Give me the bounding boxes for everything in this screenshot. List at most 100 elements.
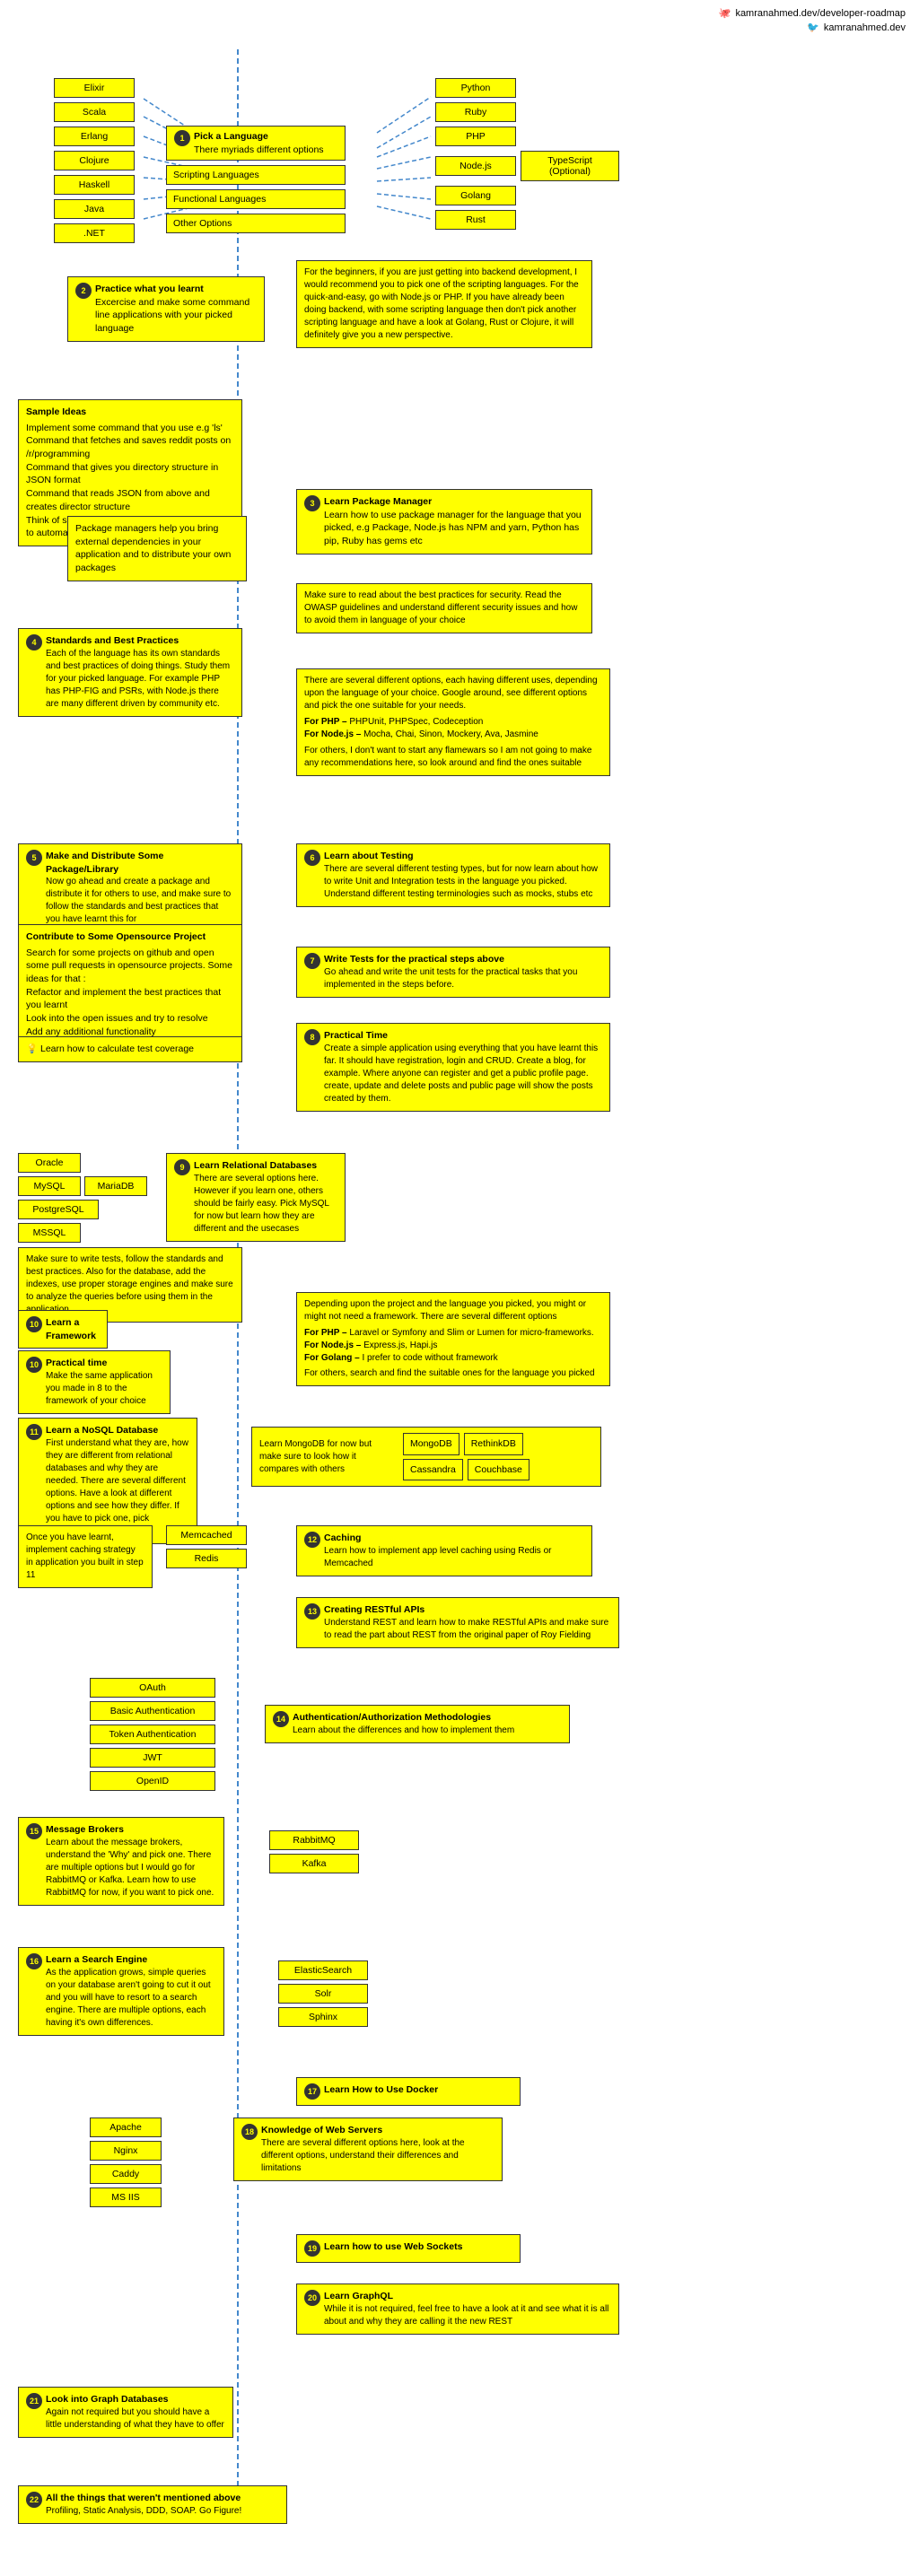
step19-circle: 19 <box>304 2240 320 2257</box>
step21-box: 21 Look into Graph Databases Again not r… <box>18 2387 233 2438</box>
step5-circle: 5 <box>26 850 42 866</box>
db-oracle: Oracle <box>18 1153 81 1173</box>
opensource-box: Contribute to Some Opensource Project Se… <box>18 924 242 1045</box>
lang-nodejs: Node.js <box>435 156 516 176</box>
step18-circle: 18 <box>241 2124 258 2140</box>
db-mysql: MySQL <box>18 1176 81 1196</box>
step12-box: 12 Caching Learn how to implement app le… <box>296 1525 592 1576</box>
nodejs-row: Node.js TypeScript (Optional) <box>435 151 619 181</box>
step1-pick-language: 1 Pick a Language There myriads differen… <box>166 126 346 161</box>
twitter-link[interactable]: 🐦 kamranahmed.dev <box>719 22 906 33</box>
step19-box: 19 Learn how to use Web Sockets <box>296 2234 521 2263</box>
lang-clojure: Clojure <box>54 151 135 170</box>
framework-options: Depending upon the project and the langu… <box>296 1292 610 1386</box>
se-elasticsearch: ElasticSearch <box>278 1960 368 1980</box>
tool-kafka: Kafka <box>269 1854 359 1873</box>
db-rethinkdb: RethinkDB <box>464 1433 523 1455</box>
test-coverage-note: 💡 Learn how to calculate test coverage <box>18 1036 242 1062</box>
server-nginx: Nginx <box>90 2141 162 2161</box>
step8-box: 8 Practical Time Create a simple applica… <box>296 1023 610 1112</box>
sample-item-1: Implement some command that you use e.g … <box>26 422 234 435</box>
step6-box: 6 Learn about Testing There are several … <box>296 843 610 907</box>
lang-erlang: Erlang <box>54 127 135 146</box>
github-link[interactable]: 🐙 kamranahmed.dev/developer-roadmap <box>719 7 906 19</box>
db-mariadb: MariaDB <box>84 1176 147 1196</box>
lang-elixir: Elixir <box>54 78 135 98</box>
testing-frameworks-box: There are several different options, eac… <box>296 668 610 776</box>
db-postgresql: PostgreSQL <box>18 1200 99 1219</box>
step9-box: 9 Learn Relational Databases There are s… <box>166 1153 346 1242</box>
step4-circle: 4 <box>26 634 42 651</box>
step3-box: 3 Learn Package Manager Learn how to use… <box>296 489 592 554</box>
caching-tools: Memcached Redis <box>166 1525 247 1568</box>
step9-circle: 9 <box>174 1159 190 1175</box>
step2-box: 2 Practice what you learnt Excercise and… <box>67 276 265 342</box>
lang-golang: Golang <box>435 186 516 205</box>
db-mongodb: MongoDB <box>403 1433 460 1455</box>
server-msiis: MS IIS <box>90 2187 162 2207</box>
lang-python: Python <box>435 78 516 98</box>
db-cassandra: Cassandra <box>403 1459 463 1481</box>
other-options: Other Options <box>166 214 346 233</box>
step14-box: 14 Authentication/Authorization Methodol… <box>265 1705 570 1743</box>
auth-openid: OpenID <box>90 1771 215 1791</box>
step20-circle: 20 <box>304 2290 320 2306</box>
step17-circle: 17 <box>304 2083 320 2100</box>
auth-oauth: OAuth <box>90 1678 215 1698</box>
step22-box: 22 All the things that weren't mentioned… <box>18 2485 287 2524</box>
left-languages: Elixir Scala Erlang Clojure Haskell Java… <box>54 78 135 243</box>
tool-rabbitmq: RabbitMQ <box>269 1830 359 1850</box>
step21-circle: 21 <box>26 2393 42 2409</box>
sample-item-4: Command that reads JSON from above and c… <box>26 487 234 513</box>
step17-box: 17 Learn How to Use Docker <box>296 2077 521 2106</box>
db-couchbase: Couchbase <box>468 1459 530 1481</box>
twitter-icon: 🐦 <box>807 22 819 33</box>
tool-redis: Redis <box>166 1549 247 1568</box>
step18-box: 18 Knowledge of Web Servers There are se… <box>233 2118 503 2181</box>
step16-circle: 16 <box>26 1953 42 1969</box>
step8-circle: 8 <box>304 1029 320 1045</box>
server-apache: Apache <box>90 2118 162 2137</box>
step10-practical: 10 Practical time Make the same applicat… <box>18 1350 171 1414</box>
step15-circle: 15 <box>26 1823 42 1839</box>
message-broker-tools: RabbitMQ Kafka <box>269 1830 359 1873</box>
lang-dotnet: .NET <box>54 223 135 243</box>
step14-circle: 14 <box>273 1711 289 1727</box>
auth-basic: Basic Authentication <box>90 1701 215 1721</box>
scripting-languages: Scripting Languages <box>166 165 346 185</box>
right-languages: Python Ruby PHP Node.js TypeScript (Opti… <box>435 78 619 230</box>
step2-circle: 2 <box>75 283 92 299</box>
lang-ruby: Ruby <box>435 102 516 122</box>
github-icon: 🐙 <box>719 7 731 19</box>
step22-circle: 22 <box>26 2492 42 2508</box>
step1-circle: 1 <box>174 130 190 146</box>
server-caddy: Caddy <box>90 2164 162 2184</box>
lang-haskell: Haskell <box>54 175 135 195</box>
step7-circle: 7 <box>304 953 320 969</box>
step20-box: 20 Learn GraphQL While it is not require… <box>296 2283 619 2335</box>
db-left-boxes: Oracle MySQL MariaDB PostgreSQL MSSQL <box>18 1153 147 1243</box>
lang-typescript: TypeScript (Optional) <box>521 151 619 181</box>
step10b-circle: 10 <box>26 1357 42 1373</box>
step13-circle: 13 <box>304 1603 320 1620</box>
sample-item-3: Command that gives you directory structu… <box>26 461 234 487</box>
tool-memcached: Memcached <box>166 1525 247 1545</box>
step13-box: 13 Creating RESTful APIs Understand REST… <box>296 1597 619 1648</box>
caching-note: Once you have learnt, implement caching … <box>18 1525 153 1588</box>
step6-circle: 6 <box>304 850 320 866</box>
auth-methods: OAuth Basic Authentication Token Authent… <box>90 1678 215 1791</box>
mysql-mariadb-row: MySQL MariaDB <box>18 1176 147 1196</box>
step2-advice: For the beginners, if you are just getti… <box>296 260 592 348</box>
step10-label: 10 Learn a Framework <box>18 1310 108 1349</box>
step10-circle: 10 <box>26 1316 42 1332</box>
step16-box: 16 Learn a Search Engine As the applicat… <box>18 1947 224 2036</box>
security-note: Make sure to read about the best practic… <box>296 583 592 633</box>
nosql-options: Learn MongoDB for now but make sure to l… <box>251 1427 601 1487</box>
step11-circle: 11 <box>26 1424 42 1440</box>
auth-jwt: JWT <box>90 1748 215 1768</box>
se-sphinx: Sphinx <box>278 2007 368 2027</box>
lang-java: Java <box>54 199 135 219</box>
auth-token: Token Authentication <box>90 1725 215 1744</box>
step3-circle: 3 <box>304 495 320 511</box>
pkg-manager-note: Package managers help you bring external… <box>67 516 247 581</box>
